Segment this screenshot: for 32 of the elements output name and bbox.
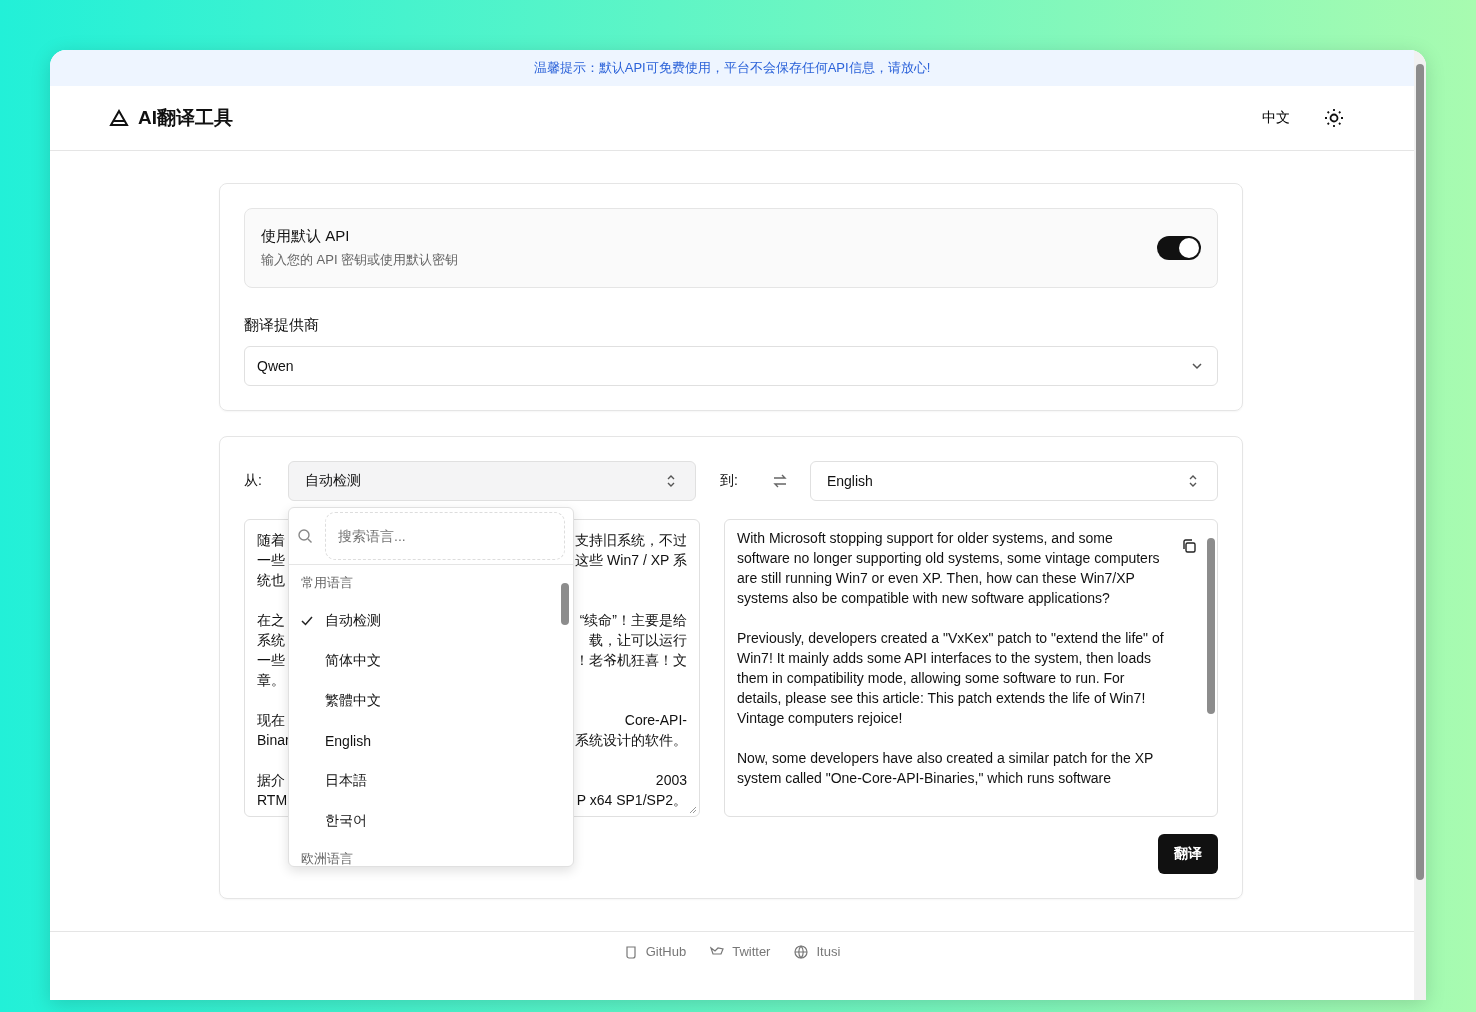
text-fragment: 2003 [655, 771, 687, 790]
text-fragment: 一些 [257, 551, 285, 570]
translated-paragraph: With Microsoft stopping support for older systems, and some software no longer supporting old systems, some vintage computers are still running Win7 or even XP. Then, how can these Win7/XP systems also be compatible with new software applications? [737, 529, 1161, 608]
text-fragment: 章。 [257, 671, 285, 690]
api-description: 输入您的 API 密钥或使用默认密钥 [261, 251, 459, 269]
notice-text: 温馨提示：默认API可免费使用，平台不会保存任何API信息，请放心! [533, 59, 931, 77]
translated-paragraph: Now, some developers have also created a similar patch for the XP system called "One-Core-API-Binaries," which runs software [737, 749, 1155, 788]
text-fragment: RTM [257, 791, 288, 810]
text-fragment: 随着 [257, 531, 285, 550]
text-fragment: 据介 [257, 771, 285, 790]
api-title: 使用默认 API [261, 227, 351, 246]
text-fragment: 这些 Win7 / XP 系 [575, 551, 687, 570]
text-fragment: “续命”！主要是给 [579, 611, 687, 630]
text-fragment: 现在 [257, 711, 285, 730]
text-fragment: Binar [257, 731, 290, 750]
text-fragment: 在之 [257, 611, 285, 630]
text-fragment: 统也 [257, 571, 285, 590]
group-heading: 常用语言 [301, 574, 354, 592]
from-label: 从: [244, 472, 263, 490]
text-fragment: 支持旧系统，不过 [575, 531, 687, 550]
app-title: AI翻译工具 [138, 106, 233, 130]
translated-paragraph: Previously, developers created a "VxKex" patch to "extend the life" of Win7! It mainly adds some API interfaces to the system, then loads them in compatibility mode, allowing some software to run. For details, please see this article: This patch extends the life of Win7! Vintage computers rejoice! [737, 629, 1165, 728]
to-label: 到: [720, 472, 738, 490]
text-fragment: 系统设计的软件。 [575, 731, 687, 750]
text-fragment: ！老爷机狂喜！文 [575, 651, 687, 670]
text-fragment: 载，让可以运行 [589, 631, 687, 650]
group-heading: 欧洲语言 [301, 850, 354, 866]
text-fragment: P x64 SP1/SP2。 [576, 791, 687, 810]
text-fragment: Core-API- [624, 711, 687, 730]
text-fragment: 系统 [257, 631, 285, 650]
provider-label: 翻译提供商 [244, 316, 320, 335]
text-fragment: 一些 [257, 651, 285, 670]
